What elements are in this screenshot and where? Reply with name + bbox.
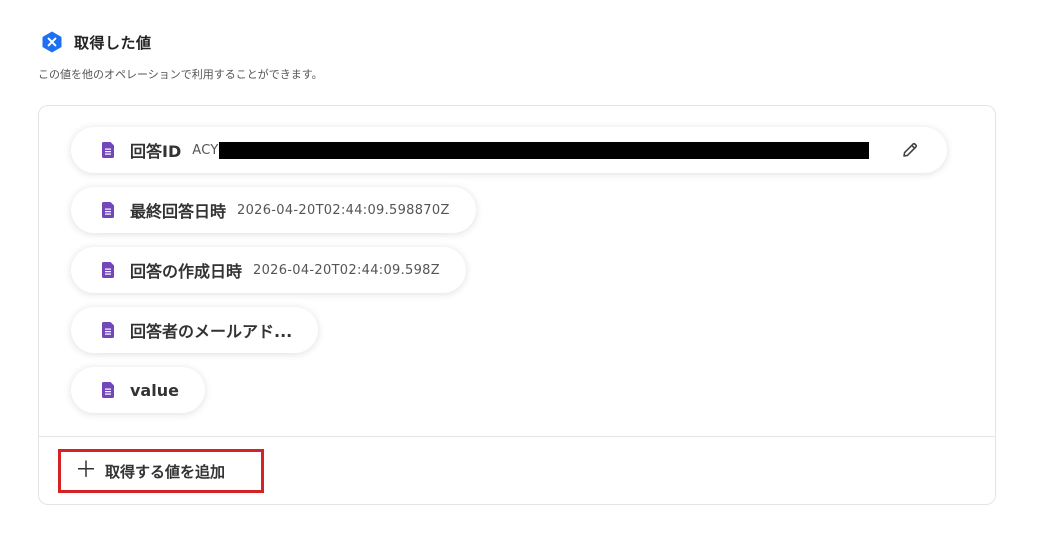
- form-doc-icon: [101, 202, 115, 218]
- edit-pencil-icon[interactable]: [901, 141, 919, 159]
- form-doc-icon: [101, 262, 115, 278]
- value-pill-last-response-time[interactable]: 最終回答日時 2026-04-20T02:44:09.598870Z: [71, 187, 476, 233]
- values-panel: 回答ID ACY 最終回答日時 2026-04-20T02:44:09.5988…: [38, 105, 996, 505]
- form-doc-icon: [101, 322, 115, 338]
- value-text: ACY: [192, 142, 219, 158]
- value-label: 回答の作成日時: [130, 262, 243, 281]
- form-doc-icon: [101, 142, 115, 158]
- panel-divider: [39, 436, 995, 437]
- value-text: 2026-04-20T02:44:09.598Z: [253, 262, 440, 278]
- value-label: 回答ID: [130, 142, 182, 161]
- add-value-label: 取得する値を追加: [105, 462, 226, 481]
- value-label: 最終回答日時: [130, 202, 227, 221]
- section-title: 取得した値: [74, 33, 152, 52]
- value-pill-response-id[interactable]: 回答ID ACY: [71, 127, 947, 173]
- plus-icon: ＋: [75, 458, 98, 483]
- value-label: 回答者のメールアド...: [130, 322, 293, 341]
- section-header: 取得した値: [40, 30, 152, 54]
- form-doc-icon: [101, 382, 115, 398]
- blue-badge-x-icon: [40, 30, 64, 54]
- value-text: 2026-04-20T02:44:09.598870Z: [237, 202, 450, 218]
- redaction-bar: [218, 141, 869, 159]
- add-value-button[interactable]: ＋ 取得する値を追加: [58, 449, 264, 493]
- value-pill-value[interactable]: value: [71, 367, 205, 413]
- section-description: この値を他のオペレーションで利用することができます。: [38, 68, 323, 81]
- value-pill-respondent-email[interactable]: 回答者のメールアド...: [71, 307, 319, 353]
- value-pill-response-created-time[interactable]: 回答の作成日時 2026-04-20T02:44:09.598Z: [71, 247, 466, 293]
- value-label: value: [130, 380, 179, 400]
